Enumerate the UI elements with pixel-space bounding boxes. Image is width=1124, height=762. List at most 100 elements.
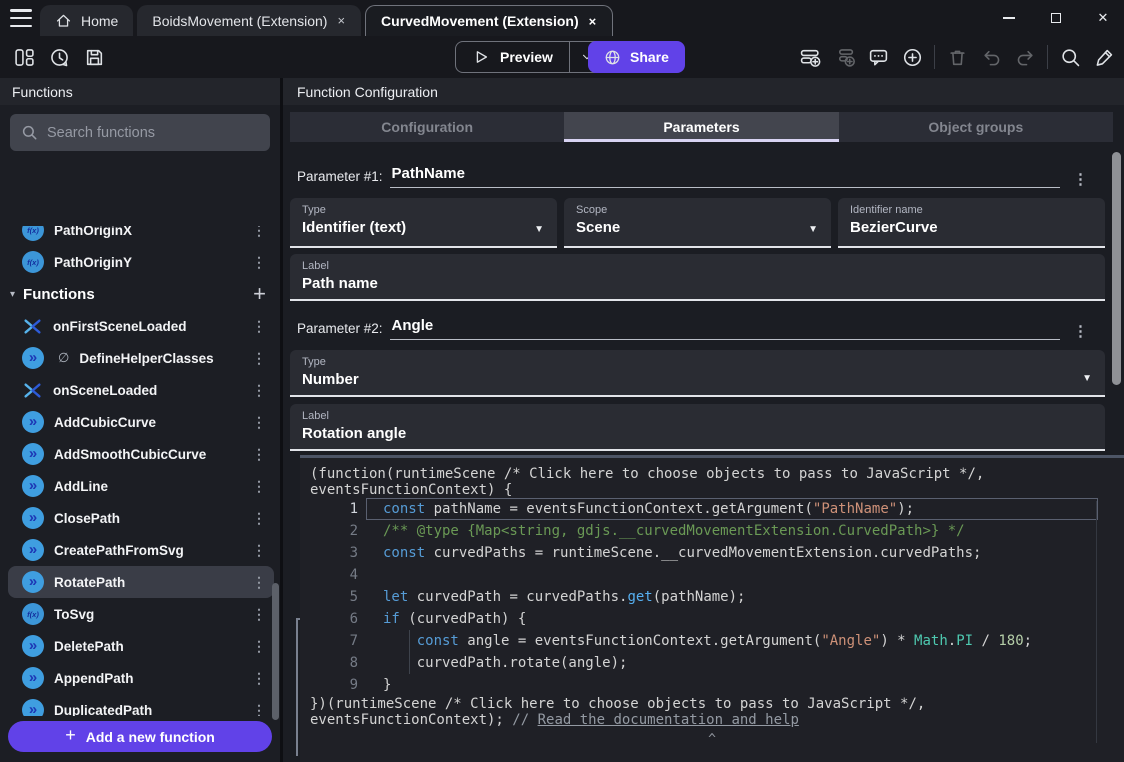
tab-curvedmovement[interactable]: CurvedMovement (Extension) × <box>365 5 613 36</box>
dropdown-arrow-icon[interactable]: ▼ <box>534 224 544 235</box>
parameter-1-name-input[interactable]: PathName <box>390 165 1060 188</box>
close-tab-icon[interactable]: × <box>588 14 598 29</box>
parameter-1-heading: Parameter #1: PathName <box>297 160 1060 188</box>
editor-ruler-line <box>1096 501 1097 743</box>
function-name: ClosePath <box>54 511 120 526</box>
code-footer-line: eventsFunctionContext); // Read the docu… <box>300 712 1124 728</box>
close-tab-icon[interactable]: × <box>336 13 346 28</box>
indent-guide <box>409 630 410 674</box>
parameter-1-menu-icon[interactable]: ⋮ <box>1073 170 1088 188</box>
dropdown-arrow-icon[interactable]: ▼ <box>1082 373 1092 384</box>
add-event-icon[interactable] <box>798 45 822 69</box>
function-item-DuplicatedPath[interactable]: »DuplicatedPath⋮ <box>8 694 274 716</box>
collapse-editor-icon[interactable]: ^ <box>300 733 1124 747</box>
dropdown-arrow-icon[interactable]: ▼ <box>808 224 818 235</box>
function-item-PathOriginY[interactable]: f(x)PathOriginY⋮ <box>8 246 274 278</box>
function-name: ToSvg <box>54 607 94 622</box>
close-window-icon[interactable]: ✕ <box>1096 10 1110 26</box>
item-menu-icon[interactable]: ⋮ <box>252 382 266 399</box>
item-menu-icon[interactable]: ⋮ <box>252 318 266 335</box>
add-new-function-button[interactable]: + Add a new function <box>8 721 272 752</box>
share-button[interactable]: Share <box>588 41 685 73</box>
parameters-scrollbar[interactable] <box>1112 152 1121 385</box>
tab-object-groups[interactable]: Object groups <box>839 112 1113 142</box>
search-icon[interactable] <box>1058 45 1082 69</box>
editor-panels-icon[interactable] <box>12 45 36 69</box>
tab-boidsmovement[interactable]: BoidsMovement (Extension) × <box>137 5 361 36</box>
item-menu-icon[interactable]: ⋮ <box>252 638 266 655</box>
lifecycle-function-icon <box>23 317 42 336</box>
collapse-arrow-icon[interactable]: ▾ <box>10 289 15 300</box>
history-icon[interactable] <box>47 45 71 69</box>
add-function-label: Add a new function <box>86 729 215 745</box>
tab-parameters[interactable]: Parameters <box>564 112 838 142</box>
action-function-icon: » <box>22 347 44 369</box>
tab-configuration[interactable]: Configuration <box>290 112 564 142</box>
configuration-tabs: Configuration Parameters Object groups <box>290 112 1113 142</box>
toolbar: Preview Share <box>0 36 1124 78</box>
add-comment-icon[interactable] <box>866 45 890 69</box>
item-menu-icon[interactable]: ⋮ <box>252 350 266 367</box>
item-menu-icon[interactable]: ⋮ <box>252 414 266 431</box>
save-icon[interactable] <box>82 45 106 69</box>
window-tabs: Home BoidsMovement (Extension) × CurvedM… <box>40 5 613 36</box>
item-menu-icon[interactable]: ⋮ <box>252 510 266 527</box>
item-menu-icon[interactable]: ⋮ <box>252 606 266 623</box>
function-item-DefineHelperClasses[interactable]: »∅DefineHelperClasses⋮ <box>8 342 274 374</box>
main-menu-icon[interactable] <box>10 9 32 27</box>
preview-button[interactable]: Preview <box>456 42 569 72</box>
parameter-1-identifier-input[interactable]: Identifier name BezierCurve <box>838 198 1105 248</box>
code-footer-line: })(runtimeScene /* Click here to choose … <box>300 696 1124 712</box>
item-menu-icon[interactable]: ⋮ <box>252 702 266 717</box>
item-menu-icon[interactable]: ⋮ <box>252 542 266 559</box>
item-menu-icon[interactable]: ⋮ <box>252 226 266 239</box>
code-editor[interactable]: (function(runtimeScene /* Click here to … <box>300 455 1124 762</box>
add-function-plus-icon[interactable]: + <box>253 283 266 305</box>
item-menu-icon[interactable]: ⋮ <box>252 574 266 591</box>
function-item-ClosePath[interactable]: »ClosePath⋮ <box>8 502 274 534</box>
function-item-DeletePath[interactable]: »DeletePath⋮ <box>8 630 274 662</box>
function-item-AddCubicCurve[interactable]: »AddCubicCurve⋮ <box>8 406 274 438</box>
search-functions-input[interactable]: Search functions <box>10 114 270 151</box>
item-menu-icon[interactable]: ⋮ <box>252 446 266 463</box>
item-menu-icon[interactable]: ⋮ <box>252 670 266 687</box>
parameter-2-heading: Parameter #2: Angle <box>297 312 1060 340</box>
function-item-PathOriginX[interactable]: f(x)PathOriginX⋮ <box>8 226 274 246</box>
item-menu-icon[interactable]: ⋮ <box>252 478 266 495</box>
function-item-RotatePath[interactable]: »RotatePath⋮ <box>8 566 274 598</box>
title-bar: Home BoidsMovement (Extension) × CurvedM… <box>0 0 1124 36</box>
add-circle-icon[interactable] <box>900 45 924 69</box>
code-line-3: 3const curvedPaths = runtimeScene.__curv… <box>300 542 1124 564</box>
action-function-icon: » <box>22 475 44 497</box>
parameter-2-type-select[interactable]: Type Number ▼ <box>290 350 1105 397</box>
edit-code-icon[interactable] <box>1092 45 1116 69</box>
sidebar-scrollbar[interactable] <box>272 583 279 720</box>
functions-section-header[interactable]: ▾ Functions + <box>0 278 280 310</box>
functions-sidebar: Functions Search functions f(x)PathOrigi… <box>0 78 280 762</box>
parameter-2-menu-icon[interactable]: ⋮ <box>1073 322 1088 340</box>
function-name: onFirstSceneLoaded <box>53 319 187 334</box>
add-subevent-icon <box>832 45 856 69</box>
parameter-1-type-select[interactable]: Type Identifier (text) ▼ <box>290 198 557 248</box>
action-function-icon: » <box>22 635 44 657</box>
parameter-2-label-input[interactable]: Label Rotation angle <box>290 404 1105 451</box>
minimize-icon[interactable] <box>1002 17 1016 19</box>
function-item-ToSvg[interactable]: f(x)ToSvg⋮ <box>8 598 274 630</box>
item-menu-icon[interactable]: ⋮ <box>252 254 266 271</box>
javascript-code-section: (function(runtimeScene /* Click here to … <box>283 455 1124 762</box>
parameter-2-name-input[interactable]: Angle <box>390 317 1060 340</box>
parameter-1-label-input[interactable]: Label Path name <box>290 254 1105 301</box>
parameter-1-scope-select[interactable]: Scope Scene ▼ <box>564 198 831 248</box>
redo-icon <box>1013 45 1037 69</box>
maximize-icon[interactable] <box>1049 13 1063 23</box>
function-item-AppendPath[interactable]: »AppendPath⋮ <box>8 662 274 694</box>
function-item-AddSmoothCubicCurve[interactable]: »AddSmoothCubicCurve⋮ <box>8 438 274 470</box>
function-item-onFirstSceneLoaded[interactable]: onFirstSceneLoaded ⋮ <box>8 310 274 342</box>
function-item-CreatePathFromSvg[interactable]: »CreatePathFromSvg⋮ <box>8 534 274 566</box>
tab-home[interactable]: Home <box>40 5 133 36</box>
documentation-link[interactable]: Read the documentation and help <box>538 712 799 728</box>
function-item-AddLine[interactable]: »AddLine⋮ <box>8 470 274 502</box>
function-item-onSceneLoaded[interactable]: onSceneLoaded ⋮ <box>8 374 274 406</box>
function-name: onSceneLoaded <box>53 383 157 398</box>
section-label: Functions <box>23 286 95 303</box>
